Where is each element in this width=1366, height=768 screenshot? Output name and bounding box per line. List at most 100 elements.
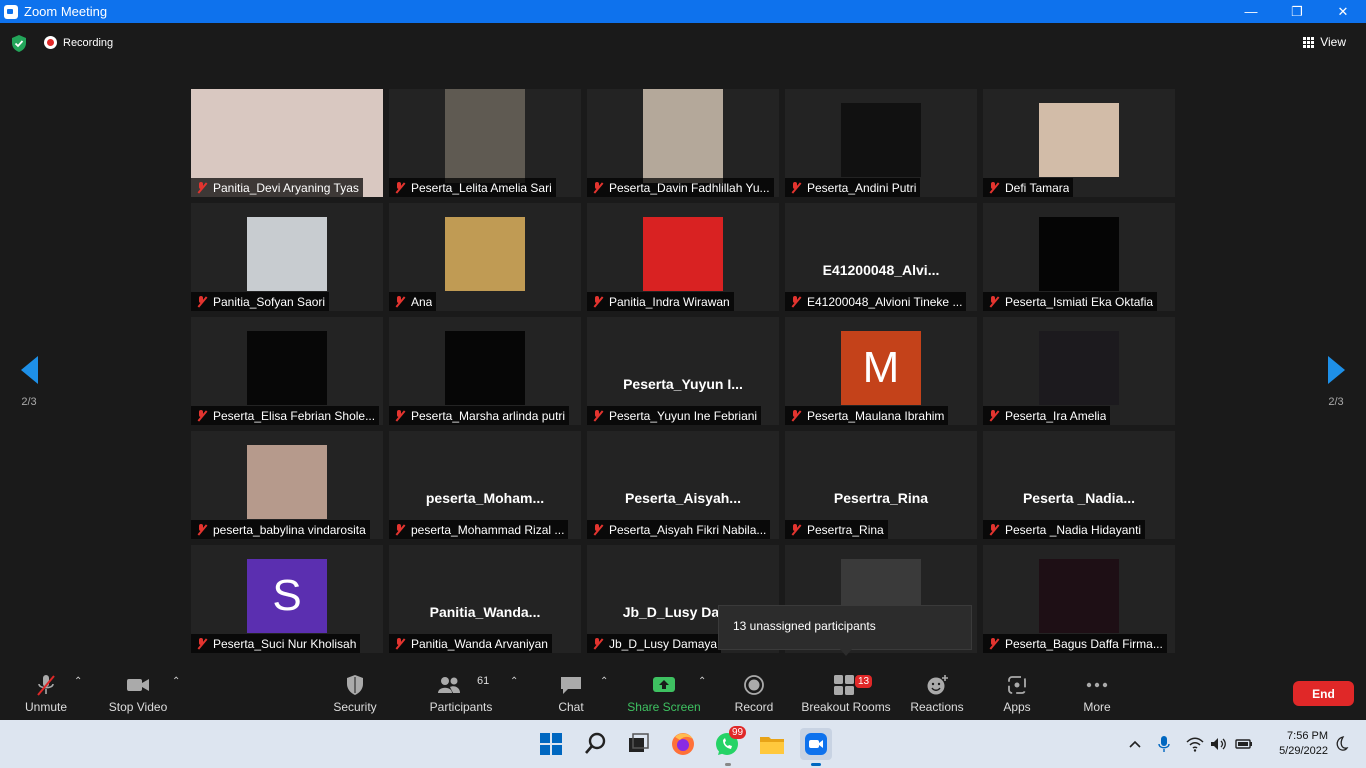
audio-options-caret-icon[interactable]: ⌃ [74, 676, 84, 687]
participant-tile[interactable]: Ana [389, 203, 581, 311]
participant-tile[interactable]: E41200048_Alvi... E41200048_Alvioni Tinek… [785, 203, 977, 311]
arrow-right-icon [1327, 356, 1345, 384]
participant-name: Peserta_Ira Amelia [1005, 408, 1107, 423]
search-icon[interactable] [580, 728, 612, 760]
close-button[interactable]: ✕ [1320, 0, 1366, 23]
record-button[interactable]: Record [728, 664, 780, 720]
participant-video [247, 331, 327, 405]
grid-view-icon [1303, 36, 1315, 48]
whatsapp-taskbar-button[interactable]: 99 [712, 726, 747, 766]
participant-caption: Panitia_Sofyan Saori [191, 292, 330, 311]
share-screen-button[interactable]: Share Screen [626, 664, 702, 720]
participant-tile[interactable]: Peserta_Davin Fadhlillah Yu... [587, 89, 779, 197]
participant-video [1039, 331, 1119, 405]
encryption-shield-icon[interactable] [11, 35, 27, 52]
participant-tile[interactable]: M Peserta_Maulana Ibrahim [785, 317, 977, 425]
breakout-rooms-badge: 13 [855, 675, 873, 688]
participant-tile[interactable]: Defi Tamara [983, 89, 1175, 197]
view-button[interactable]: View [1303, 35, 1346, 49]
participants-options-caret-icon[interactable]: ⌃ [510, 676, 520, 687]
reactions-button[interactable]: Reactions [906, 664, 968, 720]
windows-start-icon[interactable] [535, 728, 567, 760]
participant-tile[interactable]: Peserta_Ira Amelia [983, 317, 1175, 425]
participant-tile[interactable]: Peserta_Lelita Amelia Sari [389, 89, 581, 197]
participant-tile[interactable]: Peserta_Ismiati Eka Oktafia [983, 203, 1175, 311]
maximize-button[interactable]: ❐ [1274, 0, 1320, 23]
participant-tile[interactable]: Panitia_Devi Aryaning Tyas [191, 89, 383, 197]
video-options-caret-icon[interactable]: ⌃ [172, 676, 182, 687]
participant-video [445, 331, 525, 405]
reactions-label: Reactions [910, 700, 964, 714]
share-options-caret-icon[interactable]: ⌃ [698, 676, 708, 687]
participant-name: peserta_Mohammad Rizal ... [411, 522, 565, 537]
battery-icon[interactable] [1235, 735, 1253, 753]
participant-tile[interactable]: Peserta_Elisa Febrian Shole... [191, 317, 383, 425]
stop-video-button[interactable]: Stop Video [103, 664, 173, 720]
zoom-taskbar-button[interactable] [800, 728, 832, 766]
participants-button[interactable]: 61 Participants [425, 664, 497, 720]
participant-tile[interactable]: Peserta_Marsha arlinda putri [389, 317, 581, 425]
meeting-toolbar: Unmute ⌃ Stop Video ⌃ Security 61 Partic… [0, 664, 1366, 720]
page-indicator-left: 2/3 [21, 396, 37, 408]
participant-tile[interactable]: Peserta_Andini Putri [785, 89, 977, 197]
more-button[interactable]: More [1073, 664, 1121, 720]
participant-tile[interactable]: Panitia_Indra Wirawan [587, 203, 779, 311]
microphone-muted-icon [988, 295, 999, 308]
previous-page-button[interactable]: 2/3 [9, 356, 49, 408]
more-dots-icon [1086, 682, 1108, 688]
participant-tile[interactable]: peserta_babylina vindarosita [191, 431, 383, 539]
apps-label: Apps [1003, 700, 1031, 714]
microphone-muted-icon [790, 523, 801, 536]
microphone-muted-icon [394, 409, 405, 422]
participant-tile[interactable]: Peserta _Nadia... Peserta _Nadia Hidayant… [983, 431, 1175, 539]
end-meeting-button[interactable]: End [1293, 681, 1354, 706]
participant-caption: Peserta_Ira Amelia [983, 406, 1111, 425]
chevron-up-icon[interactable] [1128, 735, 1142, 753]
participant-video [1039, 217, 1119, 291]
participant-video [445, 89, 525, 183]
apps-button[interactable]: Apps [995, 664, 1039, 720]
participant-name: Peserta _Nadia Hidayanti [1005, 522, 1142, 537]
recording-dot-icon [44, 36, 57, 49]
system-clock[interactable]: 7:56 PM 5/29/2022 [1262, 729, 1328, 759]
chat-button[interactable]: Chat [550, 664, 592, 720]
volume-icon[interactable] [1210, 735, 1226, 753]
security-shield-icon [347, 675, 363, 695]
unmute-button[interactable]: Unmute [14, 664, 78, 720]
microphone-muted-icon [790, 181, 801, 194]
firefox-icon[interactable] [667, 728, 699, 760]
file-explorer-icon[interactable] [756, 728, 788, 760]
participant-name: E41200048_Alvioni Tineke ... [807, 294, 963, 309]
wifi-icon[interactable] [1186, 735, 1204, 753]
participant-name: Peserta_Marsha arlinda putri [411, 408, 566, 423]
chat-options-caret-icon[interactable]: ⌃ [600, 676, 610, 687]
participant-display-name: E41200048_Alvi... [822, 262, 940, 278]
participant-name: Peserta_Ismiati Eka Oktafia [1005, 294, 1154, 309]
next-page-button[interactable]: 2/3 [1316, 356, 1356, 408]
participant-tile[interactable]: Panitia_Wanda... Panitia_Wanda Arvaniyan [389, 545, 581, 653]
participant-video [1039, 103, 1119, 177]
breakout-rooms-button[interactable]: 13 Breakout Rooms [800, 664, 892, 720]
security-button[interactable]: Security [325, 664, 385, 720]
participant-tile[interactable]: Peserta_Aisyah... Peserta_Aisyah Fikri Na… [587, 431, 779, 539]
participant-tile[interactable]: Pesertra_Rina Pesertra_Rina [785, 431, 977, 539]
participant-tile[interactable]: Panitia_Sofyan Saori [191, 203, 383, 311]
focus-assist-moon-icon[interactable] [1333, 735, 1349, 753]
participant-tile[interactable]: S Peserta_Suci Nur Kholisah [191, 545, 383, 653]
title-bar: Zoom Meeting — ❐ ✕ [0, 0, 1366, 23]
participant-tile[interactable]: peserta_Moham... peserta_Mohammad Rizal .… [389, 431, 581, 539]
minimize-button[interactable]: — [1228, 0, 1274, 23]
chat-bubble-icon [561, 677, 581, 694]
participant-caption: Pesertra_Rina [785, 520, 888, 539]
participant-name: Peserta_Andini Putri [807, 180, 917, 195]
stop-video-label: Stop Video [108, 700, 168, 714]
participant-display-name: Peserta _Nadia... [1022, 490, 1136, 506]
recording-indicator[interactable]: Recording [44, 36, 113, 49]
participant-tile[interactable]: Peserta_Bagus Daffa Firma... [983, 545, 1175, 653]
more-label: More [1083, 700, 1111, 714]
task-view-icon[interactable] [622, 728, 654, 760]
participant-name: Panitia_Devi Aryaning Tyas [213, 180, 359, 195]
participant-tile[interactable]: Peserta_Yuyun I... Peserta_Yuyun Ine Febr… [587, 317, 779, 425]
participants-label: Participants [429, 700, 493, 714]
microphone-tray-icon[interactable] [1157, 735, 1171, 753]
